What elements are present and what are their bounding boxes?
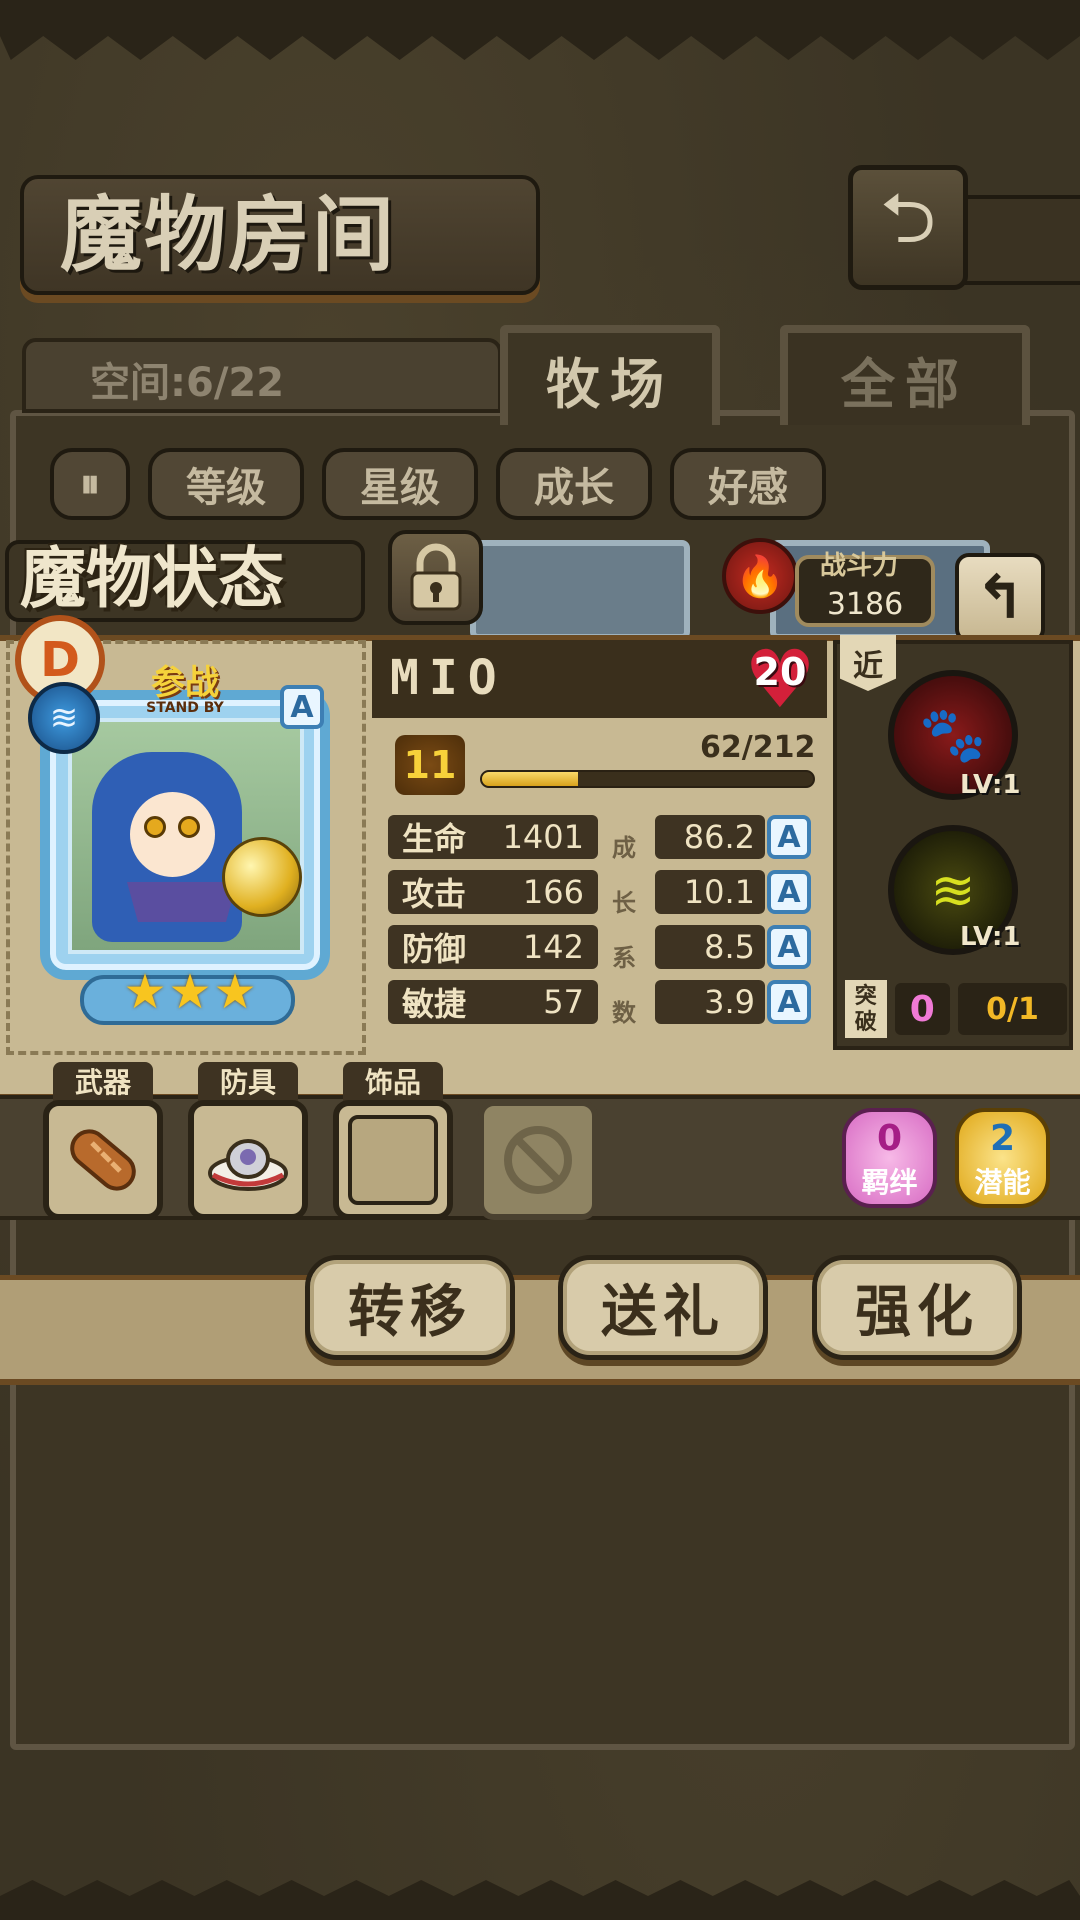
star-icon: ★: [213, 964, 257, 1020]
filter-growth-button[interactable]: 成长: [496, 448, 652, 520]
filter-row: ⏸ 等级 星级 成长 好感: [50, 448, 826, 520]
exp-fill: [482, 772, 578, 786]
potential-label: 潜能: [974, 1166, 1031, 1199]
stat-name: 攻击: [402, 875, 467, 913]
stat-name: 敏捷: [402, 985, 467, 1023]
rank-badge: A: [280, 685, 324, 729]
transfer-button[interactable]: 转移: [305, 1255, 515, 1360]
growth-grade-badge: A: [767, 925, 811, 969]
list-card[interactable]: [470, 540, 690, 640]
paw-glyph: 🐾: [919, 703, 987, 766]
growth-label: 成: [612, 834, 636, 862]
weapon-slot[interactable]: [43, 1100, 163, 1220]
exp-text: 62/212: [700, 730, 816, 765]
monster-face: [130, 792, 215, 877]
return-arrow-icon: ↰: [974, 563, 1026, 633]
growth-label: 长: [612, 889, 636, 917]
level-badge: 11: [395, 735, 465, 795]
locked-slot-icon: [504, 1126, 572, 1194]
growth-label: 数: [612, 999, 636, 1027]
standby-main: 参战: [151, 663, 219, 703]
eye: [144, 816, 166, 838]
tab-ranch[interactable]: 牧场: [500, 325, 720, 425]
star-icon: ★: [168, 964, 212, 1020]
stat-row-attack: 攻击 166: [388, 870, 598, 914]
standby-badge: 参战 STAND BY: [110, 655, 260, 716]
filter-affection-button[interactable]: 好感: [670, 448, 826, 520]
potential-button[interactable]: 2 潜能: [955, 1108, 1050, 1208]
breakthrough-progress: 0/1: [958, 983, 1067, 1035]
growth-label: 系: [612, 944, 636, 972]
growth-value: 10.1: [655, 870, 765, 914]
stat-name: 防御: [402, 930, 467, 968]
equip-label-weapon: 武器: [53, 1062, 153, 1104]
growth-value: 8.5: [655, 925, 765, 969]
page-title: 魔物房间: [60, 187, 397, 283]
breakthrough-count: 0: [894, 983, 951, 1035]
filter-level-button[interactable]: 等级: [148, 448, 304, 520]
back-button[interactable]: ⮌: [848, 165, 968, 290]
equip-label-accessory: 饰品: [343, 1062, 443, 1104]
monster-name: MIO: [390, 650, 507, 706]
growth-value: 86.2: [655, 815, 765, 859]
combat-power-label: 战斗力: [820, 551, 899, 581]
skill-level: LV:1: [960, 770, 1021, 800]
star-icon: ★: [123, 964, 167, 1020]
exp-bar: [480, 770, 815, 788]
enhance-button[interactable]: 强化: [812, 1255, 1022, 1360]
equip-label-armor: 防具: [198, 1062, 298, 1104]
skill-level: LV:1: [960, 922, 1021, 952]
standby-sub: STAND BY: [146, 700, 224, 716]
stat-row-agility: 敏捷 57: [388, 980, 598, 1024]
stat-row-defense: 防御 142: [388, 925, 598, 969]
gift-button[interactable]: 送礼: [558, 1255, 768, 1360]
space-counter: 空间:6/22: [90, 360, 285, 406]
stat-value: 57: [543, 983, 584, 1021]
eye: [178, 816, 200, 838]
bond-label: 羁绊: [861, 1166, 918, 1199]
armor-slot[interactable]: [188, 1100, 308, 1220]
fire-element-icon: 🔥: [722, 538, 798, 614]
combat-power-value: 3186: [826, 587, 904, 622]
growth-grade-badge: A: [767, 980, 811, 1024]
breakthrough-row: 突破 0 0/1: [845, 980, 1067, 1038]
portrait-art: [68, 718, 304, 954]
bread-icon: [70, 1129, 136, 1191]
water-element-icon: ≋: [28, 682, 100, 754]
back-strip: [960, 195, 1080, 285]
close-status-button[interactable]: ↰: [955, 553, 1045, 643]
lightning-glyph: ≋: [930, 858, 976, 922]
padlock-icon: [410, 543, 461, 610]
status-title: 魔物状态: [20, 539, 284, 617]
monster-skirt: [127, 882, 237, 922]
lock-button[interactable]: [388, 530, 483, 625]
tab-all[interactable]: 全部: [780, 325, 1030, 425]
growth-value: 3.9: [655, 980, 765, 1024]
locked-slot: [478, 1100, 598, 1220]
bond-button[interactable]: 0 羁绊: [842, 1108, 937, 1208]
stat-value: 1401: [502, 818, 584, 856]
sort-toggle-icon[interactable]: ⏸: [50, 448, 130, 520]
stat-name: 生命: [402, 820, 467, 858]
filter-star-button[interactable]: 星级: [322, 448, 478, 520]
accessory-slot[interactable]: [333, 1100, 453, 1220]
return-arrow-icon: ⮌: [879, 177, 937, 259]
growth-grade-badge: A: [767, 870, 811, 914]
affection-value: 20: [753, 650, 807, 694]
star-rating: ★ ★ ★: [120, 962, 260, 1022]
stat-value: 142: [522, 928, 584, 966]
bond-count: 0: [876, 1118, 903, 1159]
stat-value: 166: [522, 873, 584, 911]
stat-row-hp: 生命 1401: [388, 815, 598, 859]
empty-slot: [348, 1115, 438, 1205]
breakthrough-label: 突破: [845, 980, 887, 1038]
potential-count: 2: [989, 1118, 1016, 1159]
hat-icon: [208, 1139, 288, 1191]
bell-icon: [222, 837, 302, 917]
growth-grade-badge: A: [767, 815, 811, 859]
